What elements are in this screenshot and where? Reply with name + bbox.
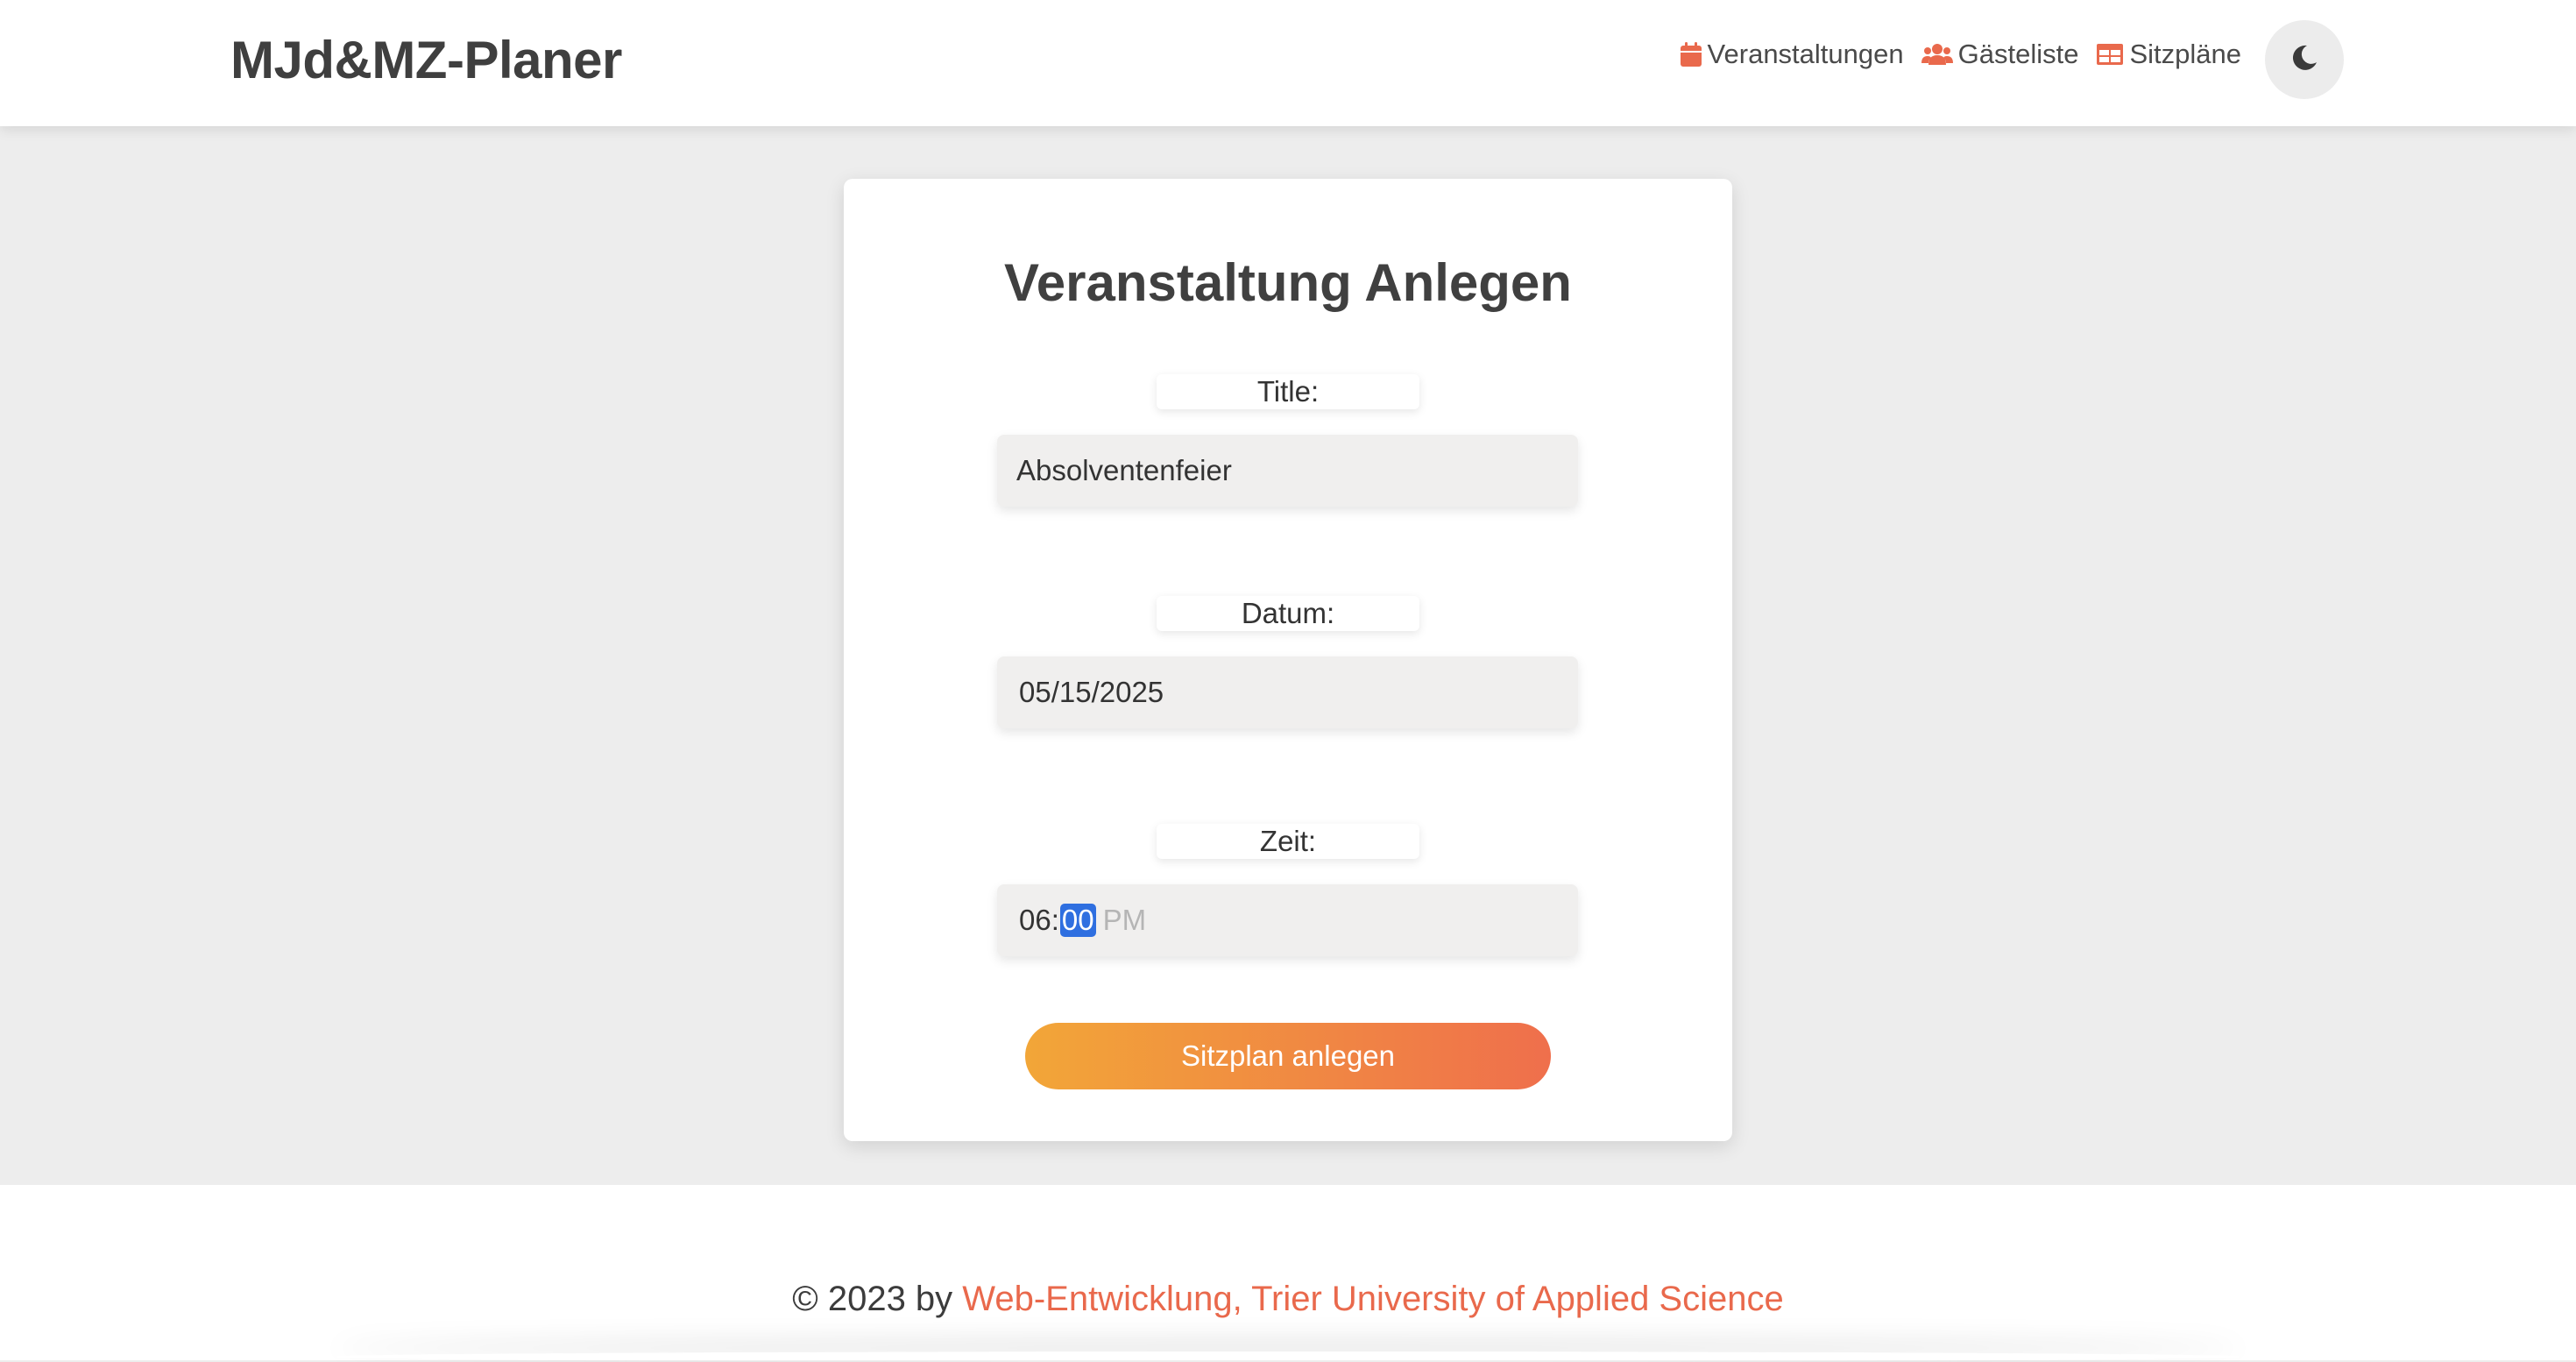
nav-item-sitzplaene[interactable]: Sitzpläne: [2096, 39, 2241, 70]
time-minute-selected[interactable]: 00: [1059, 904, 1096, 937]
top-navbar: MJd&MZ-Planer Veranstaltungen Gästeliste…: [0, 0, 2576, 126]
nav-label: Veranstaltungen: [1707, 39, 1904, 69]
users-icon: [1921, 42, 1953, 67]
footer: © 2023 by Web-Entwicklung, Trier Univers…: [0, 1185, 2576, 1360]
theme-toggle-button[interactable]: [2265, 20, 2344, 99]
title-label: Title:: [1157, 374, 1419, 409]
main-content: Veranstaltung Anlegen Title: Absolventen…: [0, 126, 2576, 1185]
page-title: Veranstaltung Anlegen: [1004, 253, 1572, 312]
table-icon: [2096, 43, 2124, 66]
date-input-value: 05/15/2025: [1019, 676, 1164, 708]
footer-link[interactable]: Web-Entwicklung, Trier University of App…: [962, 1280, 1783, 1318]
footer-text: © 2023 by Web-Entwicklung, Trier Univers…: [0, 1280, 2576, 1319]
brand-logo-text[interactable]: MJd&MZ-Planer: [230, 30, 622, 90]
time-separator: :: [1051, 904, 1059, 936]
nav-label: Gästeliste: [1957, 39, 2079, 69]
moon-icon: [2289, 43, 2319, 77]
title-input[interactable]: Absolventenfeier: [997, 435, 1578, 507]
event-form-card: Veranstaltung Anlegen Title: Absolventen…: [844, 179, 1732, 1141]
main-nav: Veranstaltungen Gästeliste Sitzpläne: [1680, 39, 2241, 70]
create-seating-plan-button[interactable]: Sitzplan anlegen: [1025, 1023, 1551, 1089]
calendar-icon: [1680, 41, 1702, 67]
date-label: Datum:: [1157, 596, 1419, 631]
nav-item-gaesteliste[interactable]: Gästeliste: [1921, 39, 2079, 70]
footer-copyright: © 2023 by: [792, 1280, 963, 1318]
title-input-value: Absolventenfeier: [1016, 454, 1232, 486]
time-hour[interactable]: 06: [1019, 904, 1051, 937]
time-ampm[interactable]: PM: [1103, 904, 1147, 937]
footer-shadow-divider: [333, 1351, 2243, 1362]
date-input[interactable]: 05/15/2025: [997, 656, 1578, 728]
time-label: Zeit:: [1157, 824, 1419, 859]
time-input[interactable]: 06:00 PM: [997, 884, 1578, 956]
nav-item-veranstaltungen[interactable]: Veranstaltungen: [1680, 39, 1904, 70]
nav-label: Sitzpläne: [2129, 39, 2241, 69]
